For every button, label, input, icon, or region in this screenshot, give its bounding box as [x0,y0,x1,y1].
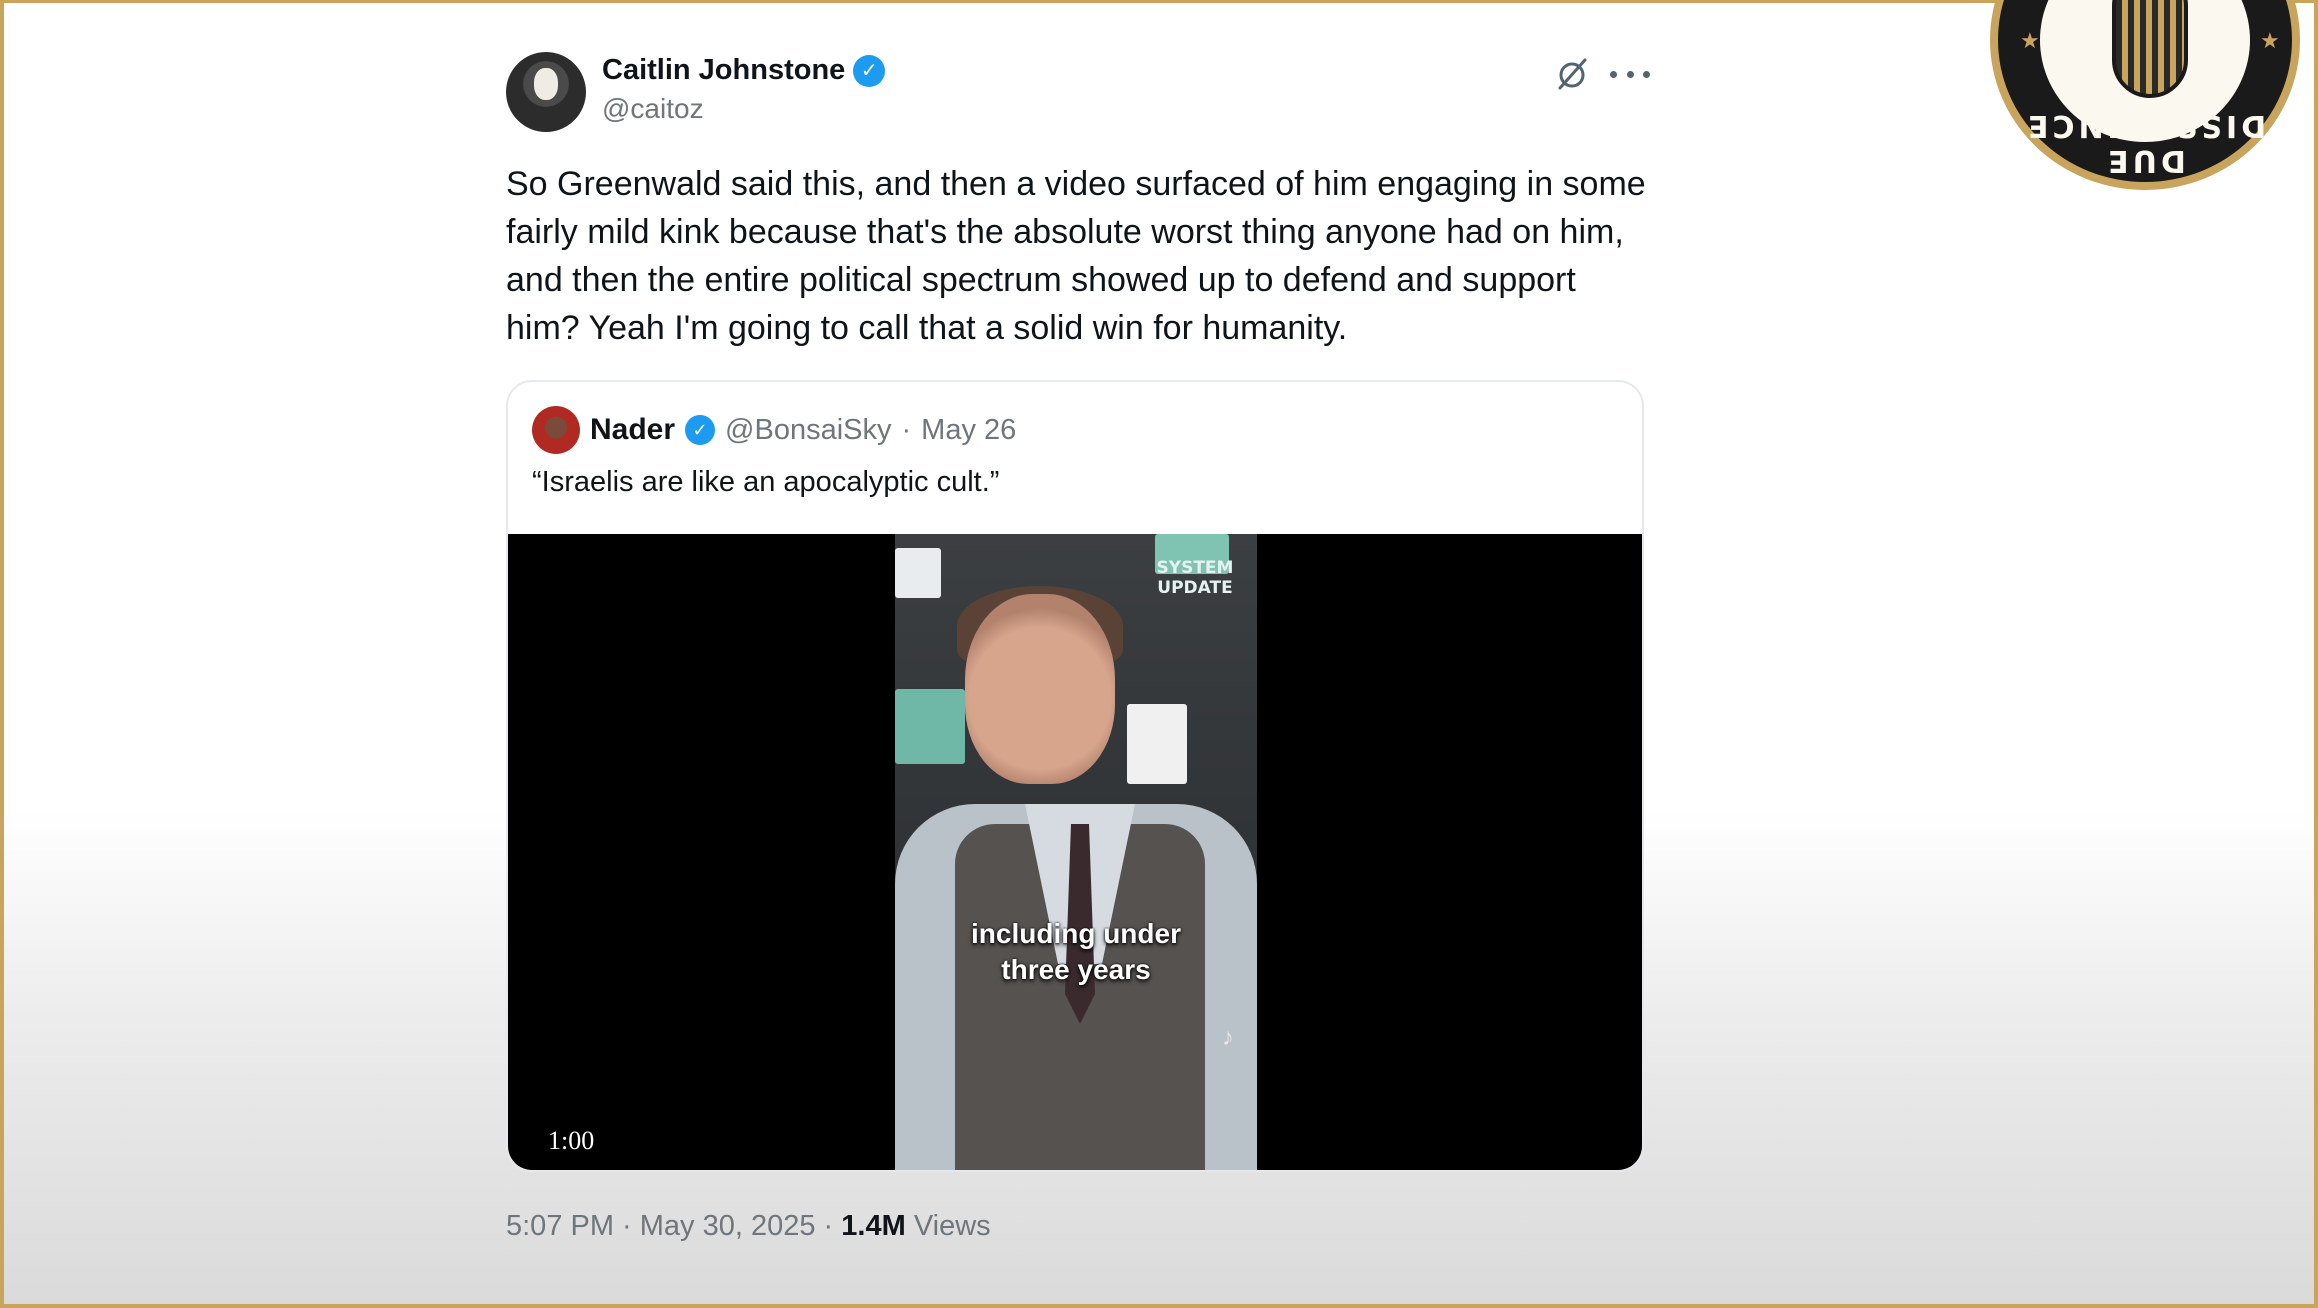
video-player[interactable]: SYSTEM UPDATE including under three year… [508,534,1642,1170]
speaker-figure [965,594,1115,784]
video-caption: including under three years [971,918,1181,985]
views-label: Views [905,1210,991,1242]
channel-logo: ★ ★ DUE DISSIDENCE [1990,0,2300,190]
video-duration: 1:00 [548,1126,595,1155]
tiktok-icon: ♪ [1222,1024,1234,1051]
logo-text: DUE DISSIDENCE [2023,108,2267,178]
microphone-icon [2112,0,2188,98]
video-frame: SYSTEM UPDATE including under three year… [895,534,1257,1170]
star-icon: ★ [2260,28,2280,53]
tweet-text: So Greenwald said this, and then a video… [506,165,1646,347]
star-icon: ★ [2020,28,2040,53]
author-handle[interactable]: @caitoz [602,93,885,125]
quoted-tweet-date[interactable]: May 26 [921,414,1016,447]
quoted-tweet[interactable]: Nader ✓ @BonsaiSky · May 26 “Israelis ar… [506,380,1644,1172]
views-count: 1.4M [841,1210,906,1242]
quoted-tweet-header: Nader ✓ @BonsaiSky · May 26 [532,406,1016,454]
grok-icon[interactable] [1554,56,1590,92]
quoted-author-name[interactable]: Nader [590,413,675,447]
more-options-icon[interactable] [1610,56,1650,92]
system-update-badge: SYSTEM UPDATE [1156,558,1234,598]
separator-dot: · [901,413,912,446]
quoted-tweet-text: “Israelis are like an apocalyptic cult.” [532,466,1000,498]
author-avatar[interactable] [506,52,586,132]
quoted-author-avatar[interactable] [532,406,580,454]
author-info: Caitlin Johnstone ✓ @caitoz [602,54,886,125]
quoted-author-handle[interactable]: @BonsaiSky [725,414,891,447]
author-name[interactable]: Caitlin Johnstone [602,54,845,87]
verified-badge-icon: ✓ [685,415,716,445]
tweet-timestamp[interactable]: 5:07 PM · May 30, 2025 · [506,1210,841,1242]
tweet-footer: 5:07 PM · May 30, 2025 · 1.4M Views [506,1210,991,1243]
verified-badge-icon: ✓ [853,54,886,87]
